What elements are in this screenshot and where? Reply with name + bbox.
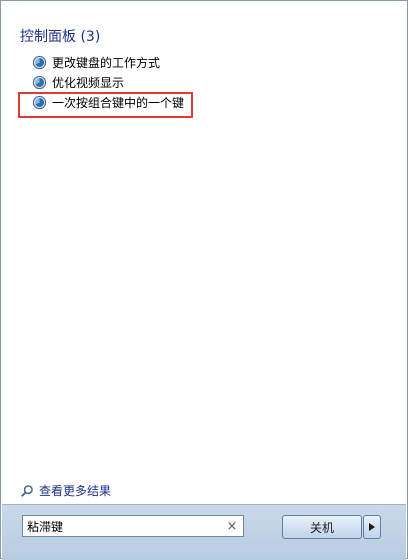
result-label: 优化视频显示	[52, 75, 125, 90]
result-label: 更改键盘的工作方式	[52, 55, 161, 70]
result-item-change-keyboard[interactable]: 更改键盘的工作方式	[32, 52, 184, 72]
shutdown-options-button[interactable]	[363, 515, 381, 539]
start-menu-bottom-bar: × 关机	[2, 504, 406, 560]
control-panel-icon	[32, 95, 47, 109]
search-icon	[21, 484, 33, 497]
section-header-control-panel[interactable]: 控制面板 (3)	[20, 26, 100, 46]
see-more-results-link[interactable]: 查看更多结果	[20, 482, 111, 499]
shutdown-label: 关机	[309, 520, 334, 535]
result-label: 一次按组合键中的一个键	[52, 95, 185, 110]
control-panel-icon	[32, 75, 47, 89]
clear-search-icon[interactable]: ×	[224, 519, 240, 534]
result-item-one-key-at-a-time[interactable]: 一次按组合键中的一个键	[32, 92, 184, 112]
shutdown-button[interactable]: 关机	[282, 515, 362, 539]
search-results-panel: 控制面板 (3) 更改键盘的工作方式 优化视频显示 一次按组合键中的一个键 查看…	[2, 2, 406, 504]
search-box[interactable]: ×	[22, 515, 244, 537]
start-menu: 控制面板 (3) 更改键盘的工作方式 优化视频显示 一次按组合键中的一个键 查看…	[0, 0, 408, 560]
see-more-label: 查看更多结果	[39, 484, 112, 498]
search-input[interactable]	[23, 517, 224, 535]
result-item-optimize-display[interactable]: 优化视频显示	[32, 72, 184, 92]
triangle-right-icon	[369, 523, 375, 531]
control-panel-icon	[32, 55, 47, 69]
result-list: 更改键盘的工作方式 优化视频显示 一次按组合键中的一个键	[32, 52, 184, 112]
